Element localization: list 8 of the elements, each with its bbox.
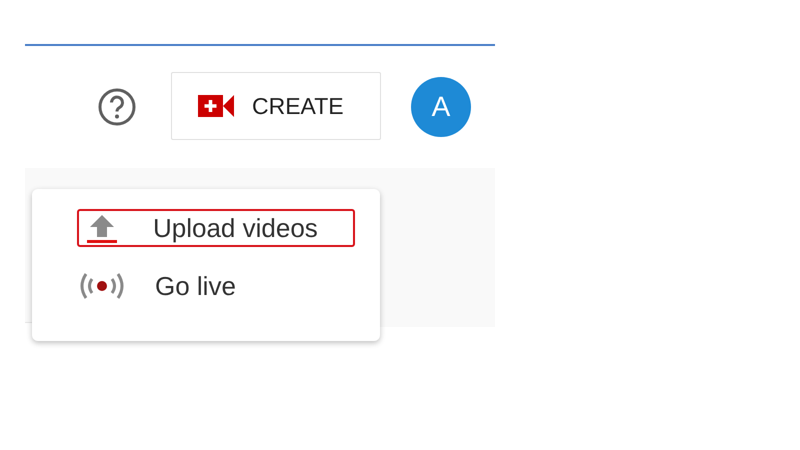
help-icon[interactable]	[97, 87, 137, 127]
menu-item[interactable]: Go live	[77, 267, 355, 305]
menu-item[interactable]: Upload videos	[77, 209, 355, 247]
avatar[interactable]: A	[411, 77, 471, 137]
video-camera-icon	[198, 95, 234, 117]
create-button[interactable]: CREATE	[171, 72, 381, 140]
live-broadcast-icon	[79, 271, 125, 301]
upload-icon	[87, 213, 117, 243]
